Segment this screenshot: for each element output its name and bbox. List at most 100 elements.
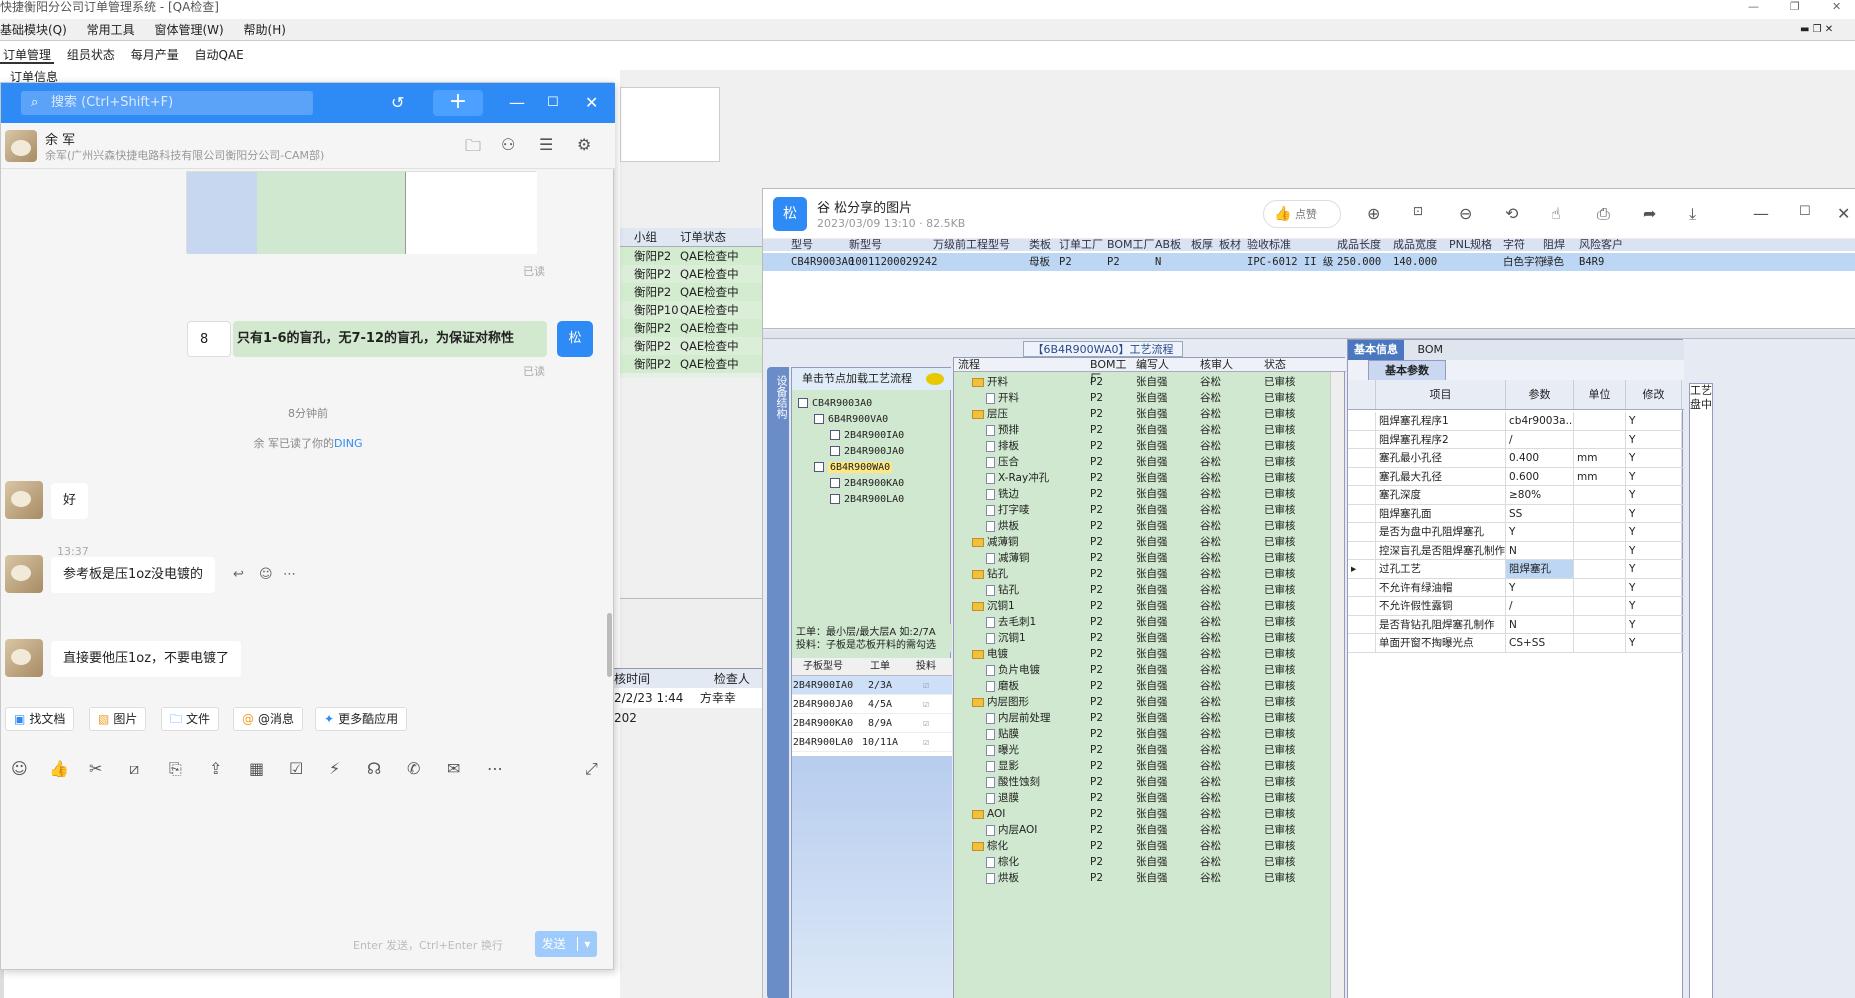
contact-name[interactable]: 余 军	[45, 129, 75, 148]
lightning-icon[interactable]: ⚡	[329, 759, 340, 778]
upload-icon[interactable]: ⇪	[209, 759, 222, 778]
thumbs-up-icon[interactable]: 👍	[49, 759, 69, 778]
reply-icon[interactable]: ↩	[233, 567, 244, 582]
folder-icon[interactable]: 🗀	[465, 135, 481, 162]
avatar[interactable]	[5, 639, 43, 677]
download-icon[interactable]: ⤓	[1689, 204, 1696, 224]
close-icon[interactable]: ✕	[1832, 0, 1841, 14]
image-thumbnail[interactable]	[186, 171, 537, 254]
table-row[interactable]: 衡阳P2 QAE检查中	[620, 283, 764, 301]
new-doc-icon[interactable]: ⎘	[169, 759, 182, 779]
close-icon[interactable]: ✕	[1837, 204, 1850, 223]
more-icon[interactable]: ⋯	[283, 567, 296, 582]
maximize-icon[interactable]: ☐	[547, 91, 559, 115]
print-icon[interactable]: ⎙	[1597, 204, 1610, 224]
add-member-icon[interactable]: ⚇	[501, 135, 515, 154]
zoom-out-icon[interactable]: ⊖	[1459, 204, 1472, 223]
restore-icon[interactable]: ❐	[1790, 0, 1800, 14]
column-header: 工单	[870, 661, 890, 672]
message-bubble[interactable]: 好	[51, 483, 89, 519]
column-header: 阻焊	[1543, 239, 1565, 251]
table-row[interactable]: 衡阳P2 QAE检查中	[620, 337, 764, 355]
cell: CB4R9003A0	[791, 256, 855, 268]
maximize-icon[interactable]: ☐	[1799, 204, 1811, 219]
tab-order-management[interactable]: 订单管理	[0, 48, 55, 64]
my-message[interactable]: 只有1-6的盲孔，无7-12的盲孔，为保证对称性	[233, 321, 547, 357]
comment-icon	[925, 373, 944, 385]
minimize-icon[interactable]: —	[1753, 204, 1769, 223]
search-input[interactable]: ⌕ 搜索 (Ctrl+Shift+F)	[21, 91, 313, 115]
column-header[interactable]: 检查人	[714, 672, 750, 686]
mail-icon[interactable]: ✉	[447, 759, 460, 778]
tab-member-status[interactable]: 组员状态	[64, 48, 118, 62]
minimize-icon[interactable]: —	[509, 91, 525, 115]
document-icon	[986, 504, 995, 516]
chevron-down-icon[interactable]: ▾	[577, 937, 591, 951]
file-button[interactable]: 🗀 文件	[161, 707, 220, 731]
document-icon	[986, 872, 995, 884]
process-row: 内层图形 P2 张自强 谷松 已审核	[954, 694, 1330, 710]
my-avatar[interactable]: 松	[557, 321, 593, 357]
table-row[interactable]: 衡阳P2 QAE检查中	[620, 265, 764, 283]
share-icon[interactable]: ➦	[1643, 204, 1656, 223]
gear-icon[interactable]: ⚙	[577, 135, 591, 154]
column-header[interactable]: 订单状态	[680, 228, 764, 246]
close-icon[interactable]: ✕	[585, 91, 598, 115]
message-bubble[interactable]: 直接要他压1oz，不要电镀了	[51, 641, 242, 677]
zoom-in-icon[interactable]: ⊕	[1367, 204, 1380, 223]
process-row: 压合 P2 张自强 谷松 已审核	[954, 454, 1330, 470]
sub-board-grid: 子板型号 工单 投料 2B4R900IA0 2/3A ☑ 2B4R900JA0 4/5A…	[792, 658, 952, 756]
table-row[interactable]: 衡阳P2 QAE检查中	[620, 247, 764, 265]
add-button[interactable]: +	[433, 90, 483, 116]
image-button[interactable]: ▧ 图片	[89, 707, 147, 731]
more-apps-button[interactable]: ✦ 更多酷应用	[315, 707, 408, 731]
search-history-icon[interactable]: ☰	[539, 135, 553, 154]
column-header[interactable]: 小组	[620, 228, 680, 246]
minimize-icon[interactable]: —	[1748, 0, 1759, 14]
hand-icon[interactable]: ☝	[1551, 204, 1561, 223]
message-input[interactable]	[1, 783, 613, 969]
mdi-controls-icon[interactable]: ▬ ❐ ✕	[1800, 19, 1833, 41]
more-icon[interactable]: ⋯	[487, 759, 503, 778]
mention-button[interactable]: @ @消息	[233, 707, 304, 731]
task-icon[interactable]: ☑	[289, 759, 303, 778]
menu-item[interactable]: 帮助(H)	[244, 23, 286, 37]
table-row[interactable]: 衡阳P2 QAE检查中	[620, 319, 764, 337]
slash-command-icon[interactable]: ⧄	[129, 759, 139, 779]
calendar-icon[interactable]: ▦	[249, 759, 264, 778]
phone-icon[interactable]: ✆	[407, 759, 420, 778]
comment-icon[interactable]: ☺	[259, 567, 273, 582]
rotate-icon[interactable]: ⟲	[1505, 204, 1518, 223]
avatar[interactable]	[5, 130, 37, 162]
menu-item[interactable]: 基础模块(Q)	[0, 23, 67, 37]
tab-auto-qae[interactable]: 自动QAE	[192, 48, 247, 62]
folder-icon	[972, 841, 984, 851]
find-doc-button[interactable]: ▣ 找文档	[5, 707, 75, 731]
chat-topbar: ⌕ 搜索 (Ctrl+Shift+F) ↺ + — ☐ ✕	[1, 83, 615, 123]
emoji-icon[interactable]: ☺	[11, 759, 28, 778]
process-name: 退膜	[998, 792, 1019, 804]
footer-grid-row[interactable]: 2/2/23 1:44 方幸幸 202	[614, 688, 764, 725]
expand-icon[interactable]: ⤢	[585, 759, 598, 779]
menu-item[interactable]: 窗体管理(W)	[154, 23, 223, 37]
table-row[interactable]: 衡阳P10 QAE检查中	[620, 301, 764, 319]
history-icon[interactable]: ↺	[391, 91, 404, 115]
avatar[interactable]	[5, 555, 43, 593]
send-button[interactable]: 发送 ▾	[535, 931, 597, 957]
headset-icon[interactable]: ☊	[367, 759, 381, 778]
column-header[interactable]: 核时间	[614, 669, 710, 689]
chat-scrollbar[interactable]	[607, 613, 612, 677]
cell: 张自强	[1136, 632, 1168, 644]
menu-item[interactable]: 常用工具	[87, 23, 135, 37]
image-viewer-window: 松 谷 松分享的图片 2023/03/09 13:10 · 82.5KB 👍 点…	[762, 188, 1855, 998]
scissors-icon[interactable]: ✂	[89, 759, 102, 778]
app-titlebar: 快捷衡阳分公司订单管理系统 - [QA检查] — ❐ ✕	[0, 0, 1855, 18]
table-row[interactable]: 衡阳P2 QAE检查中	[620, 355, 764, 373]
avatar[interactable]	[5, 481, 43, 519]
tab-monthly-output[interactable]: 每月产量	[128, 48, 182, 62]
fit-icon[interactable]: ⊡	[1413, 204, 1423, 218]
thumb-middle	[257, 172, 405, 254]
message-bubble[interactable]: 参考板是压1oz没电镀的	[51, 557, 216, 593]
like-button[interactable]: 👍 点赞	[1263, 200, 1341, 228]
ding-link[interactable]: DING	[334, 437, 362, 450]
